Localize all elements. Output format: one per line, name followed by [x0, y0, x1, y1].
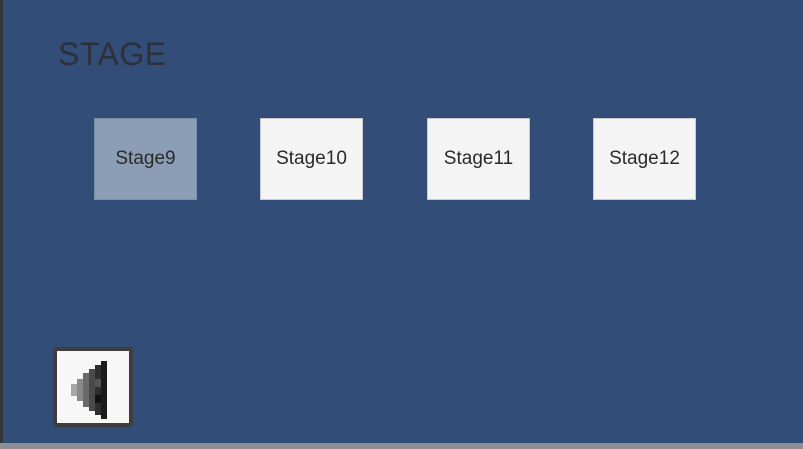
stage11-button[interactable]: Stage11 — [427, 118, 530, 200]
stage12-button[interactable]: Stage12 — [593, 118, 696, 200]
stage10-button[interactable]: Stage10 — [260, 118, 363, 200]
stage-select-screen: STAGE Stage9 Stage10 Stage11 Stage12 — [3, 0, 803, 443]
stage9-button[interactable]: Stage9 — [94, 118, 197, 200]
bottom-border — [0, 443, 803, 449]
page-title: STAGE — [58, 36, 167, 72]
back-arrow-icon — [71, 361, 107, 419]
back-button[interactable] — [53, 347, 133, 427]
